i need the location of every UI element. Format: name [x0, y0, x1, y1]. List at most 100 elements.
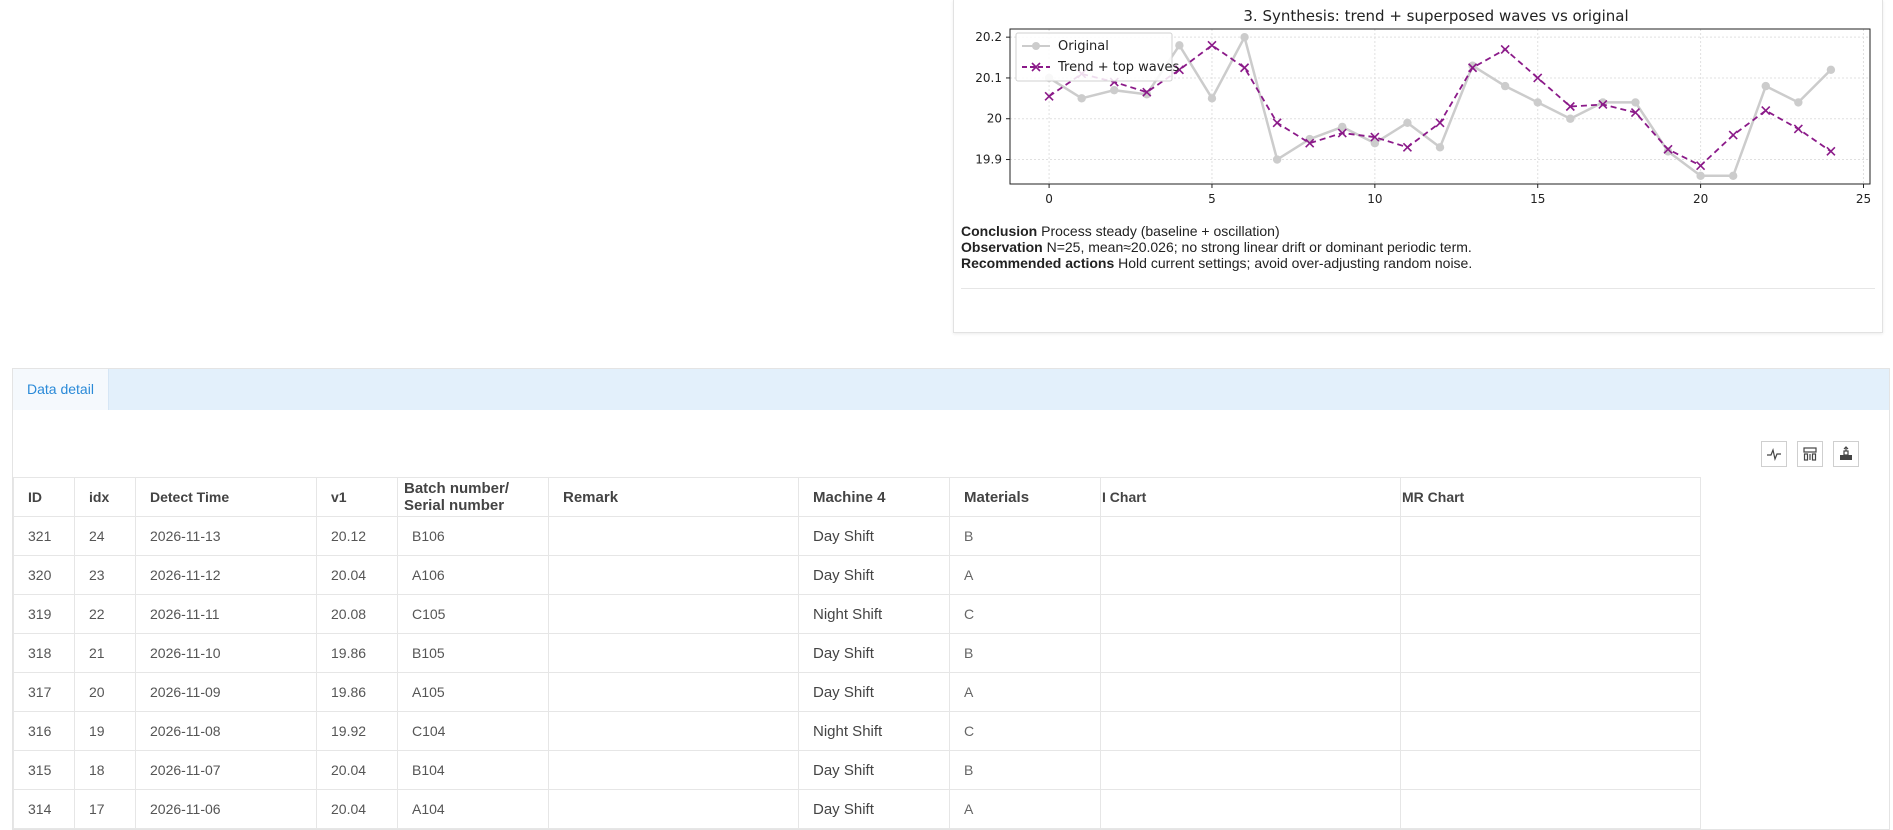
cell-detect-time: 2026-11-11 [135, 594, 317, 634]
data-point [1794, 98, 1803, 107]
col-header-id[interactable]: ID [13, 477, 75, 517]
table-row[interactable]: 316 19 2026-11-08 19.92 C104 Night Shift C [13, 711, 1701, 751]
x-tick-label: 5 [1208, 192, 1216, 206]
cell-mr-chart [1400, 711, 1701, 751]
cell-detect-time: 2026-11-09 [135, 672, 317, 712]
cell-mr-chart [1400, 633, 1701, 673]
data-point [1403, 118, 1412, 128]
cell-remark [548, 633, 799, 673]
col-header-detect-time[interactable]: Detect Time [135, 477, 317, 517]
conclusion-text: Process steady (baseline + oscillation) [1041, 223, 1280, 239]
cell-detect-time: 2026-11-08 [135, 711, 317, 751]
col-header-materials[interactable]: Materials [949, 477, 1101, 517]
tab-data-detail[interactable]: Data detail [13, 369, 109, 410]
cell-id: 317 [13, 672, 75, 712]
chart-title: 3. Synthesis: trend + superposed waves v… [1243, 7, 1628, 25]
data-point [1728, 171, 1738, 181]
cell-idx: 23 [74, 555, 136, 595]
data-point [1239, 63, 1250, 73]
col-header-i-chart[interactable]: I Chart [1100, 477, 1401, 517]
cell-machine-4: Day Shift [798, 750, 950, 790]
y-tick-label: 19.9 [975, 153, 1002, 167]
data-point [1631, 98, 1640, 107]
col-header-mr-chart[interactable]: MR Chart [1400, 477, 1701, 517]
col-header-batch-number[interactable]: Batch number/ Serial number [397, 477, 549, 517]
columns-button[interactable] [1797, 441, 1823, 467]
table-row[interactable]: 319 22 2026-11-11 20.08 C105 Night Shift C [13, 594, 1701, 634]
conclusion-label: Conclusion [961, 223, 1038, 239]
line-chart-button[interactable] [1761, 441, 1787, 467]
data-point [1077, 94, 1086, 103]
actions-text: Hold current settings; avoid over-adjust… [1118, 255, 1473, 271]
cell-v1: 19.92 [316, 711, 398, 751]
cell-idx: 19 [74, 711, 136, 751]
observation-label: Observation [961, 239, 1043, 255]
cell-i-chart [1100, 711, 1401, 751]
x-tick-label: 15 [1530, 192, 1545, 206]
cell-machine-4: Day Shift [798, 633, 950, 673]
table-row[interactable]: 321 24 2026-11-13 20.12 B106 Day Shift B [13, 516, 1701, 556]
cell-idx: 20 [74, 672, 136, 712]
data-point [1826, 146, 1836, 156]
y-tick-label: 20.1 [975, 71, 1002, 85]
data-panel: Data detail ID idx Detect Time v1 Batch … [12, 368, 1890, 830]
cell-machine-4: Night Shift [798, 594, 950, 634]
data-point [1272, 118, 1282, 128]
cell-machine-4: Night Shift [798, 711, 950, 751]
cell-remark [548, 516, 799, 556]
line-chart-icon [1767, 447, 1781, 462]
cell-batch-number: C104 [397, 711, 549, 751]
observation-line: Observation N=25, mean≈20.026; no strong… [961, 239, 1873, 255]
cell-remark [548, 594, 799, 634]
cell-v1: 20.04 [316, 750, 398, 790]
data-point [1402, 142, 1412, 152]
export-icon [1840, 446, 1852, 460]
cell-v1: 19.86 [316, 672, 398, 712]
cell-batch-number: B106 [397, 516, 549, 556]
cell-idx: 24 [74, 516, 136, 556]
table-body: 321 24 2026-11-13 20.12 B106 Day Shift B 320 23 2… [13, 516, 1701, 829]
table-row[interactable]: 315 18 2026-11-07 20.04 B104 Day Shift B [13, 750, 1701, 790]
col-header-v1[interactable]: v1 [316, 477, 398, 517]
columns-icon [1803, 447, 1817, 461]
cell-batch-number: B104 [397, 750, 549, 790]
cell-detect-time: 2026-11-12 [135, 555, 317, 595]
chart-legend: Original Trend + top waves [1015, 32, 1179, 82]
cell-remark [548, 750, 799, 790]
cell-batch-number: A106 [397, 555, 549, 595]
data-point [1696, 171, 1705, 181]
cell-i-chart [1100, 633, 1401, 673]
table-header-row: ID idx Detect Time v1 Batch number/ Seri… [13, 477, 1701, 517]
cell-id: 319 [13, 594, 75, 634]
cell-materials: C [949, 594, 1101, 634]
analysis-notes: Conclusion Process steady (baseline + os… [961, 223, 1873, 271]
legend-label: Trend + top waves [1057, 60, 1179, 75]
cell-i-chart [1100, 750, 1401, 790]
y-tick-label: 20 [987, 112, 1002, 126]
data-point [1761, 106, 1771, 116]
table-row[interactable]: 318 21 2026-11-10 19.86 B105 Day Shift B [13, 633, 1701, 673]
data-point [1110, 85, 1119, 95]
cell-v1: 20.12 [316, 516, 398, 556]
table-row[interactable]: 320 23 2026-11-12 20.04 A106 Day Shift A [13, 555, 1701, 595]
cell-mr-chart [1400, 750, 1701, 790]
cell-v1: 19.86 [316, 633, 398, 673]
cell-batch-number: A105 [397, 672, 549, 712]
cell-mr-chart [1400, 594, 1701, 634]
y-tick-label: 20.2 [975, 30, 1002, 44]
cell-id: 315 [13, 750, 75, 790]
export-button[interactable] [1833, 441, 1859, 467]
chart-card: 3. Synthesis: trend + superposed waves v… [953, 0, 1883, 333]
data-point [1533, 98, 1542, 107]
conclusion-line: Conclusion Process steady (baseline + os… [961, 223, 1873, 239]
col-header-machine-4[interactable]: Machine 4 [798, 477, 950, 517]
divider [961, 288, 1875, 289]
cell-id: 316 [13, 711, 75, 751]
table-row[interactable]: 317 20 2026-11-09 19.86 A105 Day Shift A [13, 672, 1701, 712]
col-header-idx[interactable]: idx [74, 477, 136, 517]
cell-id: 321 [13, 516, 75, 556]
cell-machine-4: Day Shift [798, 516, 950, 556]
data-point [1826, 65, 1836, 74]
data-point [1566, 114, 1575, 123]
col-header-remark[interactable]: Remark [548, 477, 799, 517]
